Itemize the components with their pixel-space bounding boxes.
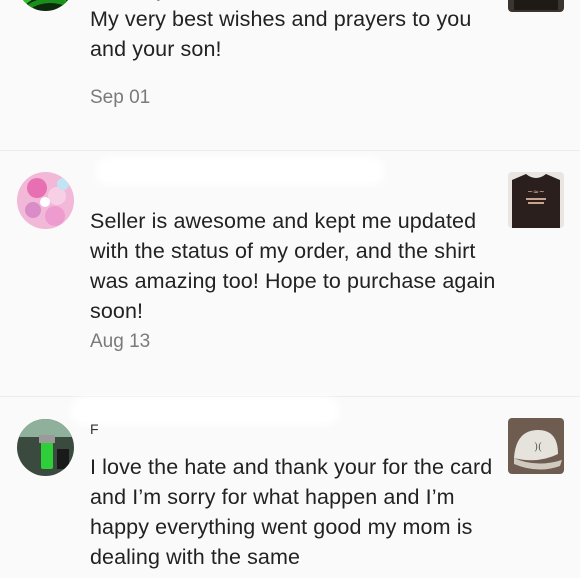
pink-floral-avatar-icon — [17, 172, 74, 229]
reviewer-avatar[interactable] — [17, 419, 74, 476]
reviewer-avatar[interactable] — [17, 0, 74, 11]
review-item: ~≈~ Seller is awesome and kept me update… — [0, 151, 580, 396]
reviewer-avatar[interactable] — [17, 172, 74, 229]
lighter-avatar-icon — [17, 419, 74, 476]
reviewer-name: F — [90, 421, 99, 437]
review-item: F )( I love the hate and thank your for … — [0, 397, 580, 578]
review-text: Thank you for the shirt and the bracelet… — [90, 0, 474, 61]
item-thumbnail[interactable]: ~≈~ — [508, 172, 564, 228]
review-item: Thank you for the shirt and the bracelet… — [0, 0, 580, 150]
redacted-reviewer-name — [95, 157, 385, 185]
redacted-reviewer-name — [70, 397, 340, 425]
review-date: Sep 01 — [90, 87, 151, 108]
review-text: Seller is awesome and kept me updated wi… — [90, 209, 496, 323]
item-thumbnail[interactable] — [508, 0, 564, 12]
svg-text:~≈~: ~≈~ — [527, 188, 545, 196]
item-thumbnail[interactable]: )( — [508, 418, 564, 474]
svg-text:)(: )( — [534, 442, 542, 453]
item-thumbnail-icon — [508, 0, 564, 12]
review-text: I love the hate and thank your for the c… — [90, 455, 493, 569]
green-plant-avatar-icon — [17, 0, 74, 11]
white-cap-thumbnail-icon: )( — [508, 418, 564, 474]
review-date: Aug 13 — [90, 331, 151, 352]
black-tshirt-thumbnail-icon: ~≈~ — [508, 172, 564, 228]
